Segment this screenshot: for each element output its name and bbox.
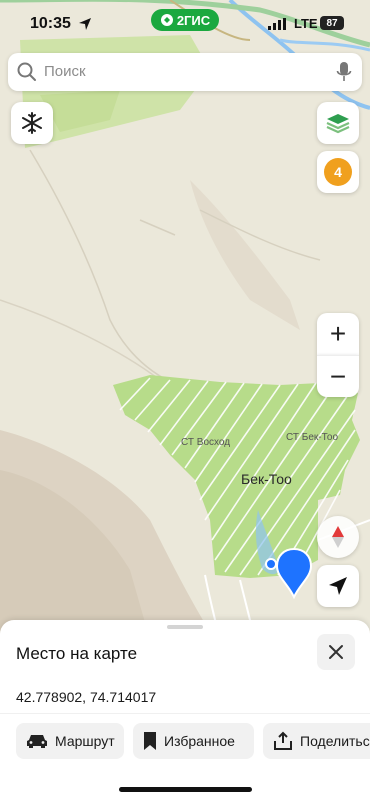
- compass-button[interactable]: [317, 516, 359, 558]
- divider: [0, 713, 370, 714]
- map-background: [0, 0, 370, 640]
- zoom-out-icon: −: [329, 360, 347, 392]
- status-bar: 10:35 2ГИС LTE 87: [0, 0, 370, 46]
- microphone-icon[interactable]: [336, 61, 352, 83]
- my-location-button[interactable]: [317, 565, 359, 607]
- location-pin-icon[interactable]: [274, 547, 314, 599]
- close-button[interactable]: [317, 634, 355, 670]
- map-canvas[interactable]: СТ Восход СТ Бек-Тоо Бек-Тоо: [0, 0, 370, 640]
- bookmark-icon: [144, 732, 156, 750]
- battery-indicator: 87: [320, 16, 344, 30]
- share-label: Поделиться: [300, 733, 370, 749]
- brand-name: 2ГИС: [176, 12, 211, 28]
- home-indicator: [119, 787, 252, 792]
- coordinates-text[interactable]: 42.778902, 74.714017: [16, 689, 156, 705]
- snowflake-icon: [22, 112, 42, 134]
- search-input[interactable]: Поиск: [44, 63, 86, 80]
- map-label-st-bek-too: СТ Бек-Тоо: [286, 432, 339, 443]
- favorites-label: Избранное: [164, 733, 235, 749]
- navigation-arrow-icon: [329, 577, 347, 595]
- signal-icon: [268, 18, 286, 30]
- location-arrow-icon: [79, 18, 91, 30]
- winter-mode-button[interactable]: [11, 102, 53, 144]
- route-button[interactable]: Маршрут: [16, 723, 124, 759]
- layers-icon: [326, 114, 350, 134]
- search-icon: [17, 62, 36, 81]
- close-icon: [329, 645, 343, 659]
- car-icon: [27, 735, 47, 748]
- zoom-in-button[interactable]: +: [317, 313, 359, 355]
- compass-icon: [332, 526, 344, 548]
- share-icon: [274, 731, 292, 750]
- favorites-button[interactable]: Избранное: [133, 723, 254, 759]
- brand-logo-icon: [160, 14, 173, 26]
- route-label: Маршрут: [55, 733, 115, 749]
- events-counter-button[interactable]: 4: [317, 151, 359, 193]
- map-label-st-voskhod: СТ Восход: [181, 437, 231, 448]
- zoom-out-button[interactable]: −: [317, 355, 359, 397]
- sheet-title: Место на карте: [16, 644, 138, 663]
- network-type: LTE: [294, 16, 318, 31]
- search-bar[interactable]: Поиск: [8, 53, 362, 91]
- map-label-place: Бек-Тоо: [241, 471, 292, 487]
- sheet-handle[interactable]: [167, 625, 203, 629]
- share-button[interactable]: Поделиться: [263, 723, 370, 759]
- place-bottom-sheet: Место на карте 42.778902, 74.714017 Марш…: [0, 620, 370, 800]
- counter-badge: 4: [324, 158, 352, 186]
- status-time: 10:35: [30, 15, 71, 32]
- layers-button[interactable]: [317, 102, 359, 144]
- zoom-in-icon: +: [329, 318, 347, 349]
- brand-badge: 2ГИС: [151, 9, 219, 31]
